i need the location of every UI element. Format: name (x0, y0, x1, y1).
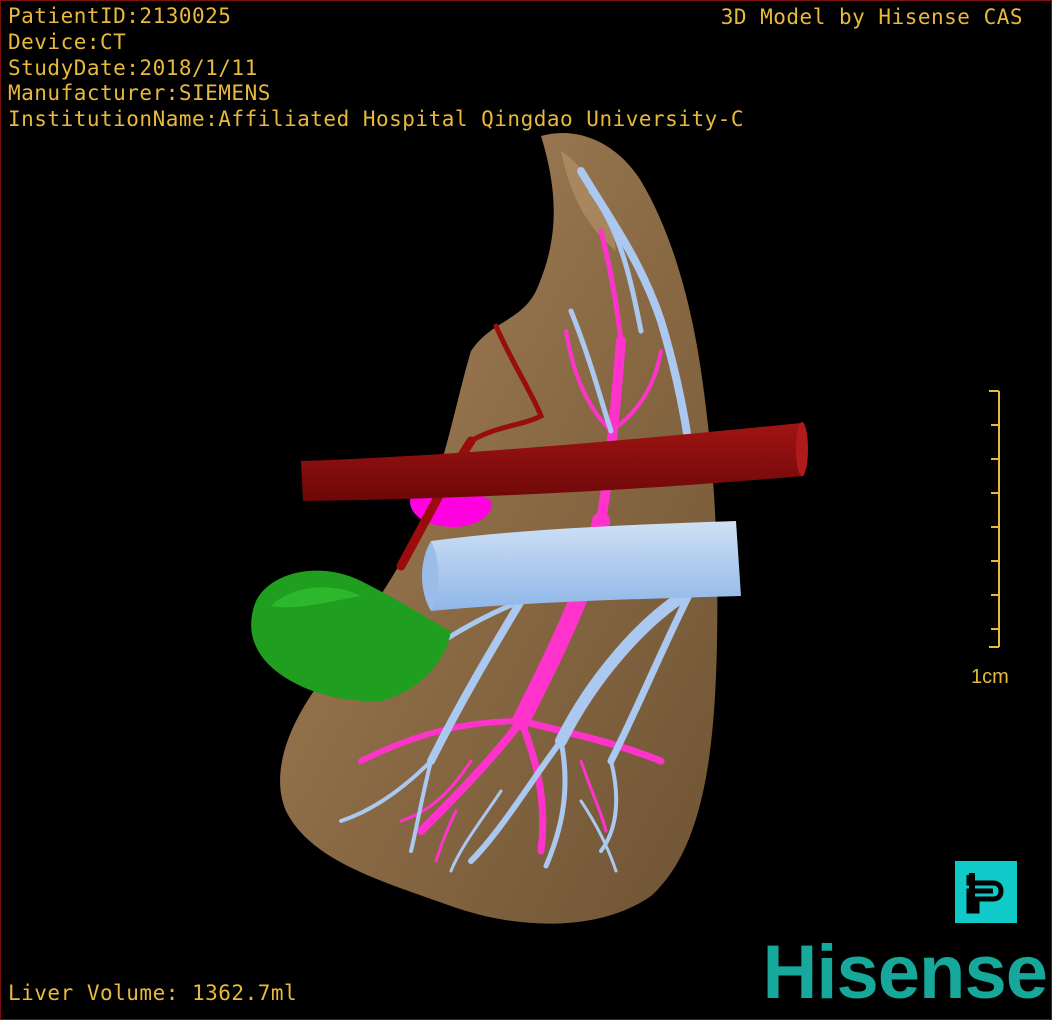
device-label: Device:CT (8, 30, 127, 54)
brand-logo: Hisense (762, 930, 1048, 1015)
liver-volume-label: Liver Volume: 1362.7ml (8, 981, 298, 1005)
aorta-end (796, 422, 808, 476)
liver-3d-model[interactable] (1, 1, 1051, 1019)
institution-label: InstitutionName:Affiliated Hospital Qing… (8, 107, 745, 131)
3d-viewport[interactable]: PatientID:2130025 Device:CT StudyDate:20… (0, 0, 1052, 1020)
scale-bar (989, 390, 1000, 648)
projection-toggle-button[interactable] (955, 861, 1017, 923)
model-credit: 3D Model by Hisense CAS (720, 5, 1023, 29)
manufacturer-label: Manufacturer:SIEMENS (8, 81, 271, 105)
p-icon (966, 873, 1004, 914)
patient-id-label: PatientID:2130025 (8, 4, 232, 28)
study-date-label: StudyDate:2018/1/11 (8, 56, 258, 80)
scale-label: 1cm (971, 666, 1009, 688)
